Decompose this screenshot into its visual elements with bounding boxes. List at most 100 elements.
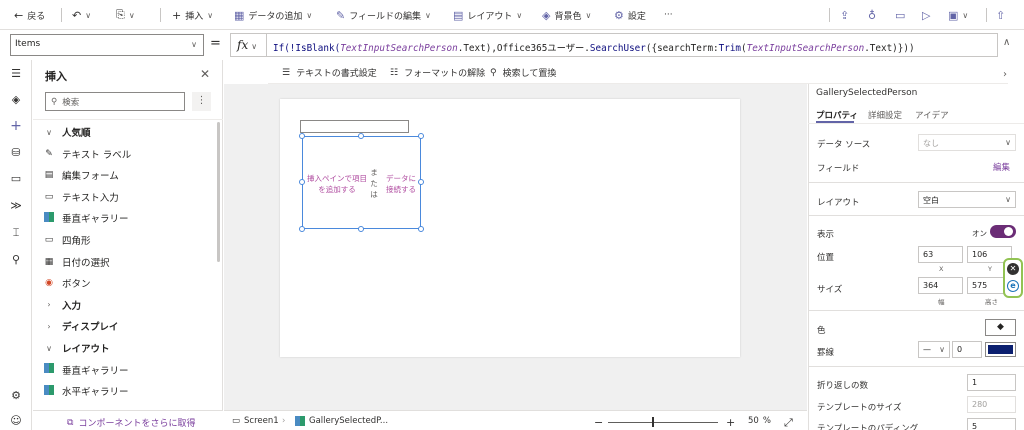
fx-button[interactable]: fx ∨ [230, 33, 266, 57]
tab-advanced[interactable]: 詳細設定 [868, 109, 902, 121]
undo-button[interactable]: ↶ ∨ [72, 7, 91, 23]
insert-item-label: 人気順 [62, 128, 91, 139]
layout-dropdown[interactable]: 空白 ∨ [918, 191, 1016, 208]
screen-breadcrumb[interactable]: ▭ Screen1 [232, 416, 279, 426]
find-replace-button[interactable]: ⚲ 検索して置換 [490, 66, 556, 80]
selected-control-breadcrumb[interactable]: GallerySelectedP... [295, 416, 388, 426]
insert-item[interactable]: ▦ 日付の選択 [43, 253, 110, 271]
resize-handle[interactable] [358, 226, 364, 232]
tab-ideas[interactable]: アイデア [915, 109, 949, 121]
insert-item[interactable]: 水平ギャラリー [43, 382, 129, 400]
layout-button[interactable]: ▤ レイアウト ∨ [453, 7, 522, 23]
insert-item[interactable]: ◉ ボタン [43, 274, 90, 292]
data-icon[interactable]: ⛁ [9, 146, 23, 160]
divider [33, 119, 223, 120]
search-icon[interactable]: ⚲ [9, 253, 23, 267]
insert-item[interactable]: 垂直ギャラリー [43, 209, 129, 227]
back-button[interactable]: ← 戻る [14, 7, 45, 23]
template-size-label: テンプレートのサイズ [817, 403, 902, 413]
data-source-dropdown[interactable]: なし ∨ [918, 134, 1016, 151]
gear-icon[interactable]: ⚙ [9, 389, 23, 403]
wrap-count-input[interactable]: 1 [967, 374, 1016, 391]
format-text-button[interactable]: ☰ テキストの書式設定 [282, 66, 377, 80]
fill-color-button[interactable]: ◆ [985, 319, 1016, 336]
insert-item-label: テキスト ラベル [62, 149, 132, 161]
paste-button[interactable]: ⎘ ∨ [116, 7, 135, 23]
width-input[interactable]: 364 [918, 277, 963, 294]
insert-button[interactable]: + 挿入 ∨ [172, 7, 213, 23]
insert-category[interactable]: ∨ 人気順 [43, 123, 91, 141]
background-color-button[interactable]: ◈ 背景色 ∨ [542, 7, 591, 23]
comments-button[interactable]: ▭ [895, 7, 905, 23]
gallery-selected-person[interactable]: 挿入ペインで項目を追加する または データに接続する [302, 136, 421, 229]
zoom-out-button[interactable]: − [594, 416, 603, 429]
resize-handle[interactable] [299, 226, 305, 232]
account-icon[interactable]: ☺ [9, 414, 23, 428]
insert-search-input[interactable]: ⚲ 検索 [45, 92, 185, 111]
insert-item[interactable]: ▭ 四角形 [43, 231, 91, 249]
position-x-input[interactable]: 63 [918, 246, 963, 263]
zoom-slider[interactable] [608, 422, 718, 423]
gallery-icon [43, 211, 55, 225]
property-dropdown[interactable]: Items ∨ [10, 34, 204, 56]
edit-fields-button[interactable]: ✎ フィールドの編集 ∨ [336, 7, 431, 23]
publish-button[interactable]: ⇧ [996, 7, 1005, 23]
insert-item[interactable]: ✎ テキスト ラベル [43, 145, 131, 163]
resize-handle[interactable] [299, 133, 305, 139]
add-data-button[interactable]: ▦ データの追加 ∨ [234, 7, 312, 23]
insert-category[interactable]: › ディスプレイ [43, 317, 118, 335]
preview-button[interactable]: ▷ [922, 7, 930, 23]
border-width-input[interactable]: 0 [952, 341, 982, 358]
media-icon[interactable]: ▭ [9, 172, 23, 186]
fields-edit-link[interactable]: 編集 [993, 161, 1010, 173]
divider [808, 310, 1024, 311]
footer-link-label: コンポーネントをさらに取得 [78, 419, 196, 429]
template-padding-input[interactable]: 5 [967, 418, 1016, 430]
insert-category[interactable]: › 入力 [43, 296, 81, 314]
formula-token: ({searchTerm: [645, 43, 719, 54]
scrollbar[interactable] [217, 122, 220, 262]
text-input-search-person[interactable] [300, 120, 409, 133]
share-button[interactable]: ⇪ [840, 7, 849, 23]
tab-properties[interactable]: プロパティ [816, 109, 858, 121]
format-text-label: テキストの書式設定 [296, 69, 377, 79]
divider [808, 366, 1024, 367]
menu-icon[interactable]: ☰ [9, 67, 23, 81]
more-options-icon[interactable]: ⋮ [192, 92, 211, 111]
zoom-slider-thumb[interactable] [652, 417, 654, 427]
resize-handle[interactable] [418, 133, 424, 139]
divider [160, 8, 161, 22]
border-style-dropdown[interactable]: — ∨ [918, 341, 950, 358]
get-more-components-link[interactable]: ⧉ コンポーネントをさらに取得 [67, 416, 196, 430]
chevron-up-icon[interactable]: ∧ [1003, 37, 1010, 48]
power-automate-icon[interactable]: ≫ [9, 199, 23, 213]
checker-button[interactable]: ♁ [868, 7, 876, 23]
formula-token: If(! [273, 43, 296, 54]
resize-handle[interactable] [418, 179, 424, 185]
copilot-icon[interactable]: e [1007, 280, 1019, 292]
resize-handle[interactable] [358, 133, 364, 139]
zoom-in-button[interactable]: + [726, 416, 735, 429]
insert-item[interactable]: ▭ テキスト入力 [43, 188, 119, 206]
resize-handle[interactable] [299, 179, 305, 185]
more-button[interactable]: ··· [664, 7, 673, 23]
close-circle-icon[interactable]: ✕ [1007, 263, 1019, 275]
gallery-add-items-hint: 挿入ペインで項目を追加する [307, 174, 367, 194]
chevron-right-icon[interactable]: › [1003, 69, 1007, 80]
close-icon[interactable]: ✕ [200, 67, 210, 81]
more-label: ··· [664, 10, 673, 20]
insert-plus-icon[interactable]: + [9, 119, 23, 133]
insert-category[interactable]: ∨ レイアウト [43, 339, 109, 357]
formula-input[interactable]: If(!IsBlank(TextInputSearchPerson.Text),… [266, 33, 998, 57]
save-button[interactable]: ▣ ∨ [948, 7, 968, 23]
insert-item[interactable]: 垂直ギャラリー [43, 361, 129, 379]
template-size-input[interactable]: 280 [967, 396, 1016, 413]
resize-handle[interactable] [418, 226, 424, 232]
insert-item[interactable]: ▤ 編集フォーム [43, 166, 119, 184]
variables-icon[interactable]: ⌶ [9, 226, 23, 240]
settings-button[interactable]: ⚙ 設定 [614, 7, 646, 23]
remove-format-button[interactable]: ☷ フォーマットの解除 [390, 66, 485, 80]
visible-label: 表示 [817, 230, 835, 240]
layers-icon[interactable]: ◈ [9, 93, 23, 107]
fit-to-window-icon[interactable]: ⤢ [784, 416, 793, 430]
